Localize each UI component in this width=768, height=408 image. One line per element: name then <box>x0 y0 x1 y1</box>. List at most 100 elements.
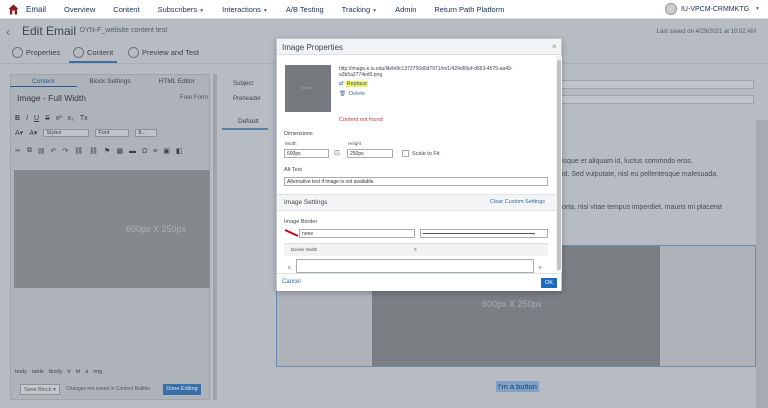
body-text-line-3: orta, nisi vitae tempus imperdiet, mauri… <box>562 204 722 211</box>
tab-html-editor[interactable]: HTML Editor <box>143 75 210 87</box>
crumb-body[interactable]: body <box>15 369 27 375</box>
image-url: http://image.e.iu.edu/lib/fe8c1372756d0d… <box>339 66 513 78</box>
free-form-label[interactable]: Free Form <box>180 95 208 101</box>
nav-subscribers[interactable]: Subscribers ▼ <box>158 5 205 14</box>
delete-link[interactable]: 🗑 Delete <box>339 91 365 97</box>
crumb-tr[interactable]: tr <box>67 369 70 375</box>
size-select[interactable]: 8... <box>135 129 158 137</box>
link-icon[interactable]: ⛓ <box>74 147 83 155</box>
nav-tracking[interactable]: Tracking ▼ <box>342 5 377 14</box>
cancel-button[interactable]: Cancel <box>282 279 301 285</box>
panel-divider[interactable] <box>213 74 217 400</box>
width-input[interactable]: 600px <box>284 149 329 158</box>
replace-link[interactable]: ⇄ Replace <box>339 81 368 87</box>
source-icon[interactable]: ◧ <box>176 147 183 155</box>
redo-icon[interactable]: ↷ <box>62 147 68 155</box>
avatar <box>664 3 677 15</box>
tab-block-settings[interactable]: Block Settings <box>77 75 144 87</box>
nav-ab-testing[interactable]: A/B Testing <box>286 5 324 14</box>
back-arrow-icon[interactable]: ‹ <box>6 25 10 39</box>
dialog-title: Image Properties <box>282 43 343 52</box>
tab-preview[interactable]: Preview and Test <box>128 47 199 58</box>
border-left-value: 0 <box>288 265 291 270</box>
dialog-scroll-thumb[interactable] <box>557 60 561 270</box>
app-name[interactable]: Email <box>26 5 46 14</box>
save-block-button[interactable]: Save Block ▾ <box>20 384 60 395</box>
border-width-input[interactable] <box>296 259 534 273</box>
close-icon[interactable]: × <box>552 42 557 51</box>
cut-icon[interactable]: ✂ <box>15 147 21 155</box>
subscript-icon[interactable]: x₂ <box>68 115 74 122</box>
page-title: Edit Email <box>22 24 77 38</box>
crumb-a[interactable]: a <box>85 369 88 375</box>
nav-content[interactable]: Content <box>113 5 139 14</box>
user-name: IU-VPCM-CRMMKTG <box>680 5 750 13</box>
tab-default[interactable]: Default <box>222 114 268 130</box>
nav-return-path[interactable]: Return Path Platform <box>434 5 504 14</box>
hr-icon[interactable]: ▬ <box>129 148 136 155</box>
main-nav: Overview Content Subscribers ▼ Interactio… <box>64 5 504 14</box>
changes-note: Changes not saved in Content Builder <box>66 386 151 392</box>
align-icon[interactable]: ≡ <box>153 148 157 155</box>
element-path: body table tbody tr td a img <box>15 369 102 375</box>
clear-custom-settings-link[interactable]: Clear Custom Settings <box>490 199 545 205</box>
height-input[interactable]: 250px <box>347 149 393 158</box>
image-icon[interactable]: ▣ <box>163 147 170 155</box>
copy-icon[interactable]: ⧉ <box>27 147 32 155</box>
user-menu[interactable]: IU-VPCM-CRMMKTG ▼ <box>664 3 760 15</box>
trash-icon: 🗑 <box>339 91 346 97</box>
nav-overview[interactable]: Overview <box>64 5 95 14</box>
editor-image-placeholder[interactable]: 600px X 250px <box>14 170 210 288</box>
format-toolbar-3: ✂ ⧉ ▤ ↶ ↷ ⛓ ⛓ ⚑ ▦ ▬ Ω ≡ ▣ ◧ <box>15 146 183 156</box>
styles-select[interactable]: Styles <box>43 129 90 137</box>
paste-icon[interactable]: ▤ <box>38 147 45 155</box>
bg-color-icon[interactable]: A▾ <box>29 129 37 137</box>
text-color-icon[interactable]: A▾ <box>15 129 23 137</box>
caret-down-icon: ▼ <box>262 7 268 14</box>
font-select[interactable]: Font <box>95 129 130 137</box>
lock-icon[interactable]: ⊡ <box>334 149 340 157</box>
caret-down-icon: ▼ <box>372 7 378 14</box>
bold-icon[interactable]: B <box>15 115 20 122</box>
anchor-icon[interactable]: ⚑ <box>104 147 110 155</box>
border-style-input[interactable]: none <box>299 229 415 238</box>
remove-format-icon[interactable]: Tx <box>80 115 88 122</box>
done-editing-button[interactable]: Done Editing <box>163 384 201 395</box>
line-preview <box>423 233 533 235</box>
nav-interactions[interactable]: Interactions ▼ <box>222 5 268 14</box>
email-button-text[interactable]: I'm a button <box>496 381 539 392</box>
crumb-img[interactable]: img <box>93 369 102 375</box>
top-nav: Email Overview Content Subscribers ▼ Inte… <box>0 0 768 19</box>
pencil-icon <box>73 47 84 58</box>
ok-button[interactable]: OK <box>541 278 557 288</box>
underline-icon[interactable]: U <box>34 115 39 122</box>
eye-icon <box>128 47 139 58</box>
table-icon[interactable]: ▦ <box>116 147 123 155</box>
crumb-table[interactable]: table <box>32 369 44 375</box>
caret-down-icon: ▼ <box>755 6 760 12</box>
border-line-select[interactable]: ▾ <box>420 229 548 238</box>
image-border-label: Image Border <box>284 219 318 225</box>
body-text-line-2: id. Sed vulputate, nisl eu pellentesque … <box>562 171 719 178</box>
strikethrough-icon[interactable]: S <box>45 115 50 122</box>
superscript-icon[interactable]: x² <box>56 115 62 122</box>
omega-icon[interactable]: Ω <box>142 148 147 155</box>
crumb-td[interactable]: td <box>76 369 81 375</box>
tab-content[interactable]: Content <box>73 47 113 58</box>
undo-icon[interactable]: ↶ <box>51 147 57 155</box>
subject-field[interactable] <box>558 80 754 89</box>
canvas-scrollbar[interactable] <box>756 120 768 408</box>
home-icon[interactable] <box>8 4 19 15</box>
scale-to-fit-label: Scale to Fit <box>412 151 440 157</box>
nav-admin[interactable]: Admin <box>395 5 416 14</box>
content-not-found: Content not found <box>339 117 383 123</box>
crumb-tbody[interactable]: tbody <box>49 369 62 375</box>
italic-icon[interactable]: I <box>26 115 28 122</box>
tab-editor-content[interactable]: Content <box>10 75 77 87</box>
preheader-field[interactable] <box>558 95 754 104</box>
tab-properties[interactable]: Properties <box>12 47 60 58</box>
border-color-swatch[interactable] <box>284 229 300 237</box>
alt-text-input[interactable]: Alternative text if image is not availab… <box>284 177 548 186</box>
unlink-icon[interactable]: ⛓ <box>89 147 98 155</box>
scale-to-fit-checkbox[interactable] <box>402 150 409 157</box>
